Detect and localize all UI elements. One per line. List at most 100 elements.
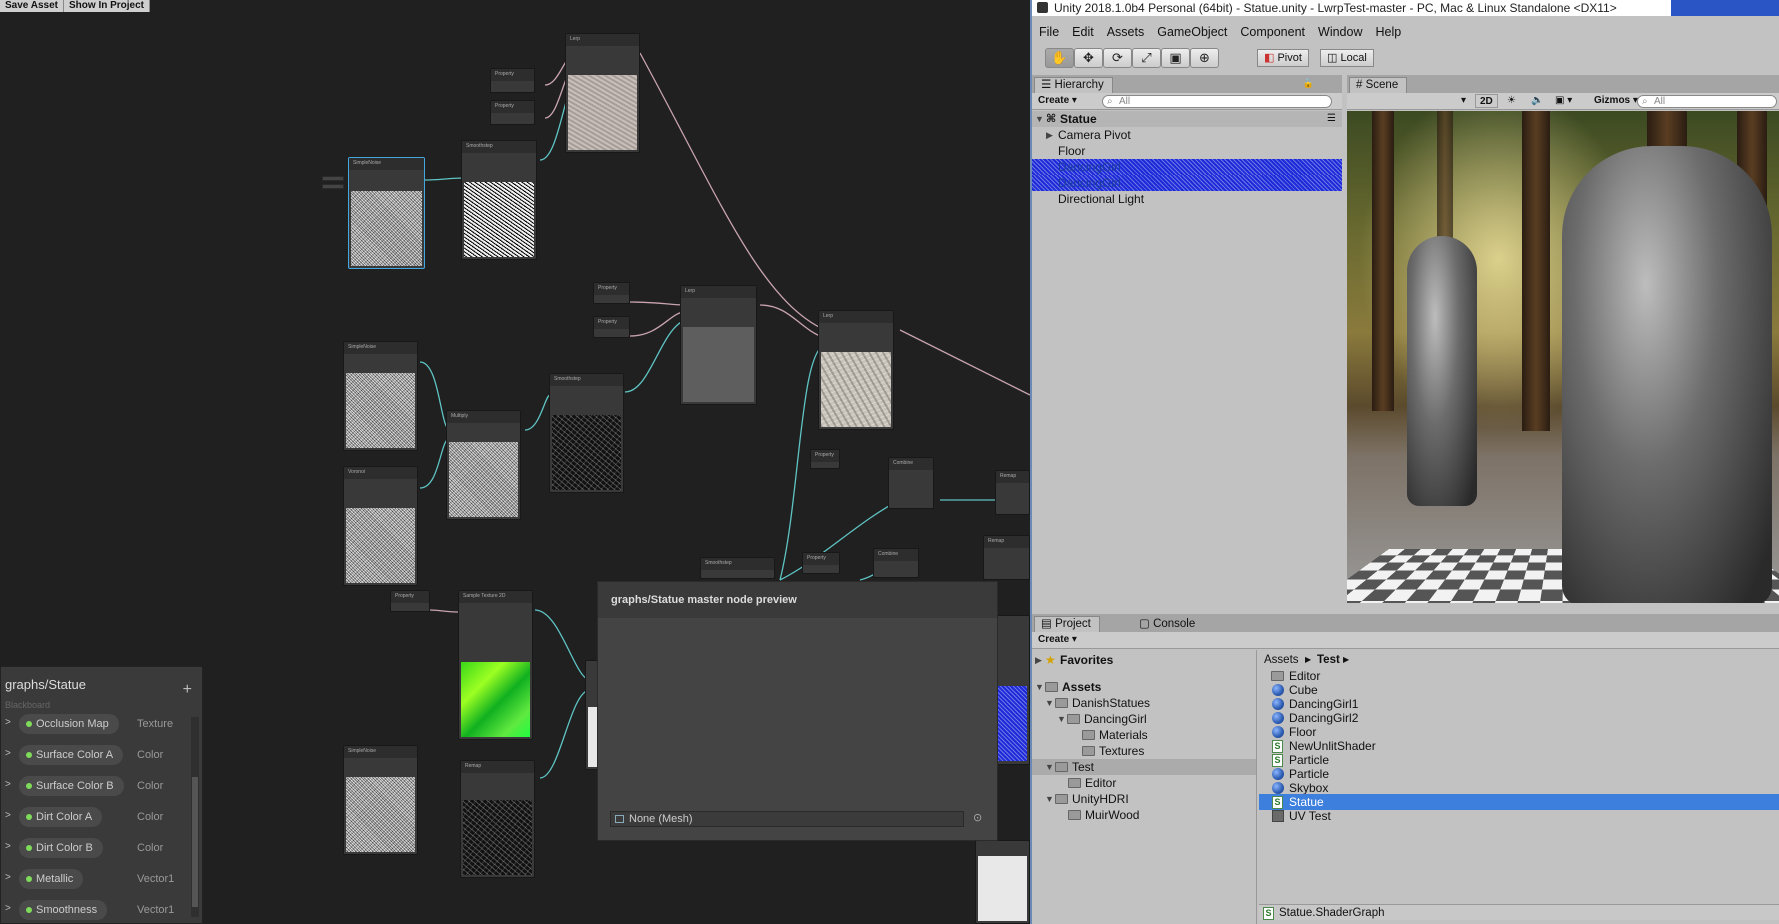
mesh-field[interactable]: None (Mesh) xyxy=(610,811,964,827)
expand-arrow-icon[interactable]: > xyxy=(5,717,11,728)
fold-open-icon[interactable]: ▼ xyxy=(1035,111,1044,127)
blackboard-scrollbar[interactable] xyxy=(191,717,199,917)
transform-tool-icon[interactable]: ⊕ xyxy=(1190,48,1219,68)
property-node[interactable]: Property xyxy=(593,282,630,304)
property-node[interactable]: Property xyxy=(390,590,430,612)
menu-help[interactable]: Help xyxy=(1368,22,1407,42)
smoothstep-node[interactable]: Smoothstep xyxy=(700,557,775,579)
favorites-row[interactable]: ▶ ★ Favorites xyxy=(1032,652,1256,668)
menu-assets[interactable]: Assets xyxy=(1100,22,1151,42)
pivot-toggle[interactable]: ◧ Pivot xyxy=(1257,49,1309,67)
tree-folder[interactable]: Textures xyxy=(1032,743,1256,759)
object-picker-icon[interactable]: ⊙ xyxy=(973,811,982,824)
hierarchy-item[interactable]: ▶ Camera Pivot xyxy=(1032,127,1342,143)
fold-open-icon[interactable]: ▼ xyxy=(1045,695,1054,711)
2d-toggle[interactable]: 2D xyxy=(1475,94,1498,108)
lighting-toggle-icon[interactable]: ☀ xyxy=(1503,94,1520,108)
fold-open-icon[interactable]: ▼ xyxy=(1045,759,1054,775)
property-node[interactable]: Property xyxy=(810,449,840,469)
scene-menu-icon[interactable]: ☰ xyxy=(1327,111,1336,127)
master-node[interactable] xyxy=(995,615,1030,765)
hierarchy-item[interactable]: Directional Light xyxy=(1032,191,1342,207)
expand-arrow-icon[interactable]: > xyxy=(5,841,11,852)
tree-folder[interactable]: ▼ UnityHDRI xyxy=(1032,791,1256,807)
sample-texture-node[interactable]: Sample Texture 2D xyxy=(458,590,533,740)
menu-edit[interactable]: Edit xyxy=(1065,22,1100,42)
tree-folder[interactable]: ▼ DanishStatues xyxy=(1032,695,1256,711)
expand-arrow-icon[interactable]: > xyxy=(5,903,11,914)
breadcrumb-assets[interactable]: Assets xyxy=(1264,652,1299,668)
expand-arrow-icon[interactable]: > xyxy=(5,748,11,759)
tab-scene[interactable]: # Scene xyxy=(1349,77,1408,93)
effects-toggle-icon[interactable]: ▣ ▾ xyxy=(1551,94,1576,108)
blackboard-property[interactable]: > Occlusion Map Texture xyxy=(1,713,191,735)
gizmos-dropdown[interactable]: Gizmos ▾ xyxy=(1590,94,1642,108)
smoothstep-node[interactable]: Smoothstep xyxy=(461,140,537,260)
simple-noise-node-selected[interactable]: SimpleNoise xyxy=(348,157,425,269)
property-node[interactable]: Property xyxy=(802,552,840,574)
fold-closed-icon[interactable]: ▶ xyxy=(1046,127,1053,143)
hierarchy-item[interactable]: DancingGirl xyxy=(1032,159,1342,175)
combine-node[interactable]: Combine xyxy=(888,457,934,509)
scene-viewport[interactable] xyxy=(1347,111,1779,603)
master-preview-panel[interactable]: graphs/Statue master node preview None (… xyxy=(597,581,998,841)
move-tool-icon[interactable]: ✥ xyxy=(1074,48,1103,68)
remap-node[interactable]: Remap xyxy=(460,760,535,878)
shader-graph-window[interactable]: Save Asset Show In Project Property Prop… xyxy=(0,0,1030,924)
preview-node[interactable] xyxy=(975,840,1030,924)
project-create-button[interactable]: Create ▾ xyxy=(1034,633,1081,647)
lerp-node[interactable]: Lerp xyxy=(565,33,640,153)
tree-folder[interactable]: Materials xyxy=(1032,727,1256,743)
menu-file[interactable]: File xyxy=(1032,22,1065,42)
shading-mode-dropdown[interactable]: ▾ xyxy=(1457,94,1470,108)
blackboard-property[interactable]: > Surface Color B Color xyxy=(1,775,191,797)
blackboard-property[interactable]: > Dirt Color B Color xyxy=(1,837,191,859)
menu-gameobject[interactable]: GameObject xyxy=(1150,22,1233,42)
tab-console[interactable]: ▢ Console xyxy=(1132,616,1205,632)
hierarchy-search-input[interactable]: ⌕ All xyxy=(1102,95,1332,108)
lerp-node[interactable]: Lerp xyxy=(680,285,757,405)
remap-node[interactable]: Remap xyxy=(983,535,1030,580)
fold-open-icon[interactable]: ▼ xyxy=(1035,679,1044,695)
tree-folder-selected[interactable]: ▼ Test xyxy=(1032,759,1256,775)
hierarchy-item[interactable]: DancingGirl xyxy=(1032,175,1342,191)
rotate-tool-icon[interactable]: ⟳ xyxy=(1103,48,1132,68)
fold-open-icon[interactable]: ▼ xyxy=(1057,711,1066,727)
lock-icon[interactable]: 🔒 xyxy=(1303,78,1314,89)
expand-arrow-icon[interactable]: > xyxy=(5,779,11,790)
breadcrumb-test[interactable]: Test xyxy=(1317,652,1340,668)
property-node[interactable]: Property xyxy=(490,100,535,125)
statue-small[interactable] xyxy=(1407,236,1477,506)
simple-noise-node[interactable]: SimpleNoise xyxy=(343,745,418,855)
scene-root-row[interactable]: ▼ ⌘ Statue ☰ xyxy=(1032,111,1342,127)
fold-open-icon[interactable]: ▼ xyxy=(1045,791,1054,807)
blackboard-property[interactable]: > Smoothness Vector1 xyxy=(1,899,191,921)
expand-arrow-icon[interactable]: > xyxy=(5,872,11,883)
multiply-node[interactable]: Multiply xyxy=(446,410,521,520)
voronoi-node[interactable]: Voronoi xyxy=(343,466,418,586)
tree-folder[interactable]: Editor xyxy=(1032,775,1256,791)
hierarchy-item[interactable]: Floor xyxy=(1032,143,1342,159)
file-item[interactable]: UV Test xyxy=(1259,808,1779,824)
menu-component[interactable]: Component xyxy=(1233,22,1311,42)
add-property-button[interactable]: + xyxy=(183,681,192,699)
local-toggle[interactable]: ◫ Local xyxy=(1320,49,1374,67)
expand-arrow-icon[interactable]: > xyxy=(5,810,11,821)
menu-window[interactable]: Window xyxy=(1311,22,1368,42)
hand-tool-icon[interactable]: ✋ xyxy=(1045,48,1074,68)
blackboard-property[interactable]: > Surface Color A Color xyxy=(1,744,191,766)
tree-folder[interactable]: ▼ DancingGirl xyxy=(1032,711,1256,727)
statue-large[interactable] xyxy=(1562,146,1772,603)
tree-folder[interactable]: MuirWood xyxy=(1032,807,1256,823)
smoothstep-node[interactable]: Smoothstep xyxy=(549,373,624,493)
audio-toggle-icon[interactable]: 🔈 xyxy=(1527,94,1547,108)
tab-project[interactable]: ▤ Project xyxy=(1034,616,1100,632)
lerp-node[interactable]: Lerp xyxy=(818,310,894,430)
rect-tool-icon[interactable]: ▣ xyxy=(1161,48,1190,68)
combine-node[interactable]: Combine xyxy=(873,548,919,578)
scale-tool-icon[interactable]: ⤢ xyxy=(1132,48,1161,68)
tab-hierarchy[interactable]: ☰ Hierarchy xyxy=(1034,77,1113,93)
remap-node[interactable]: Remap xyxy=(995,470,1030,515)
blackboard-property[interactable]: > Dirt Color A Color xyxy=(1,806,191,828)
property-node[interactable]: Property xyxy=(490,68,535,93)
